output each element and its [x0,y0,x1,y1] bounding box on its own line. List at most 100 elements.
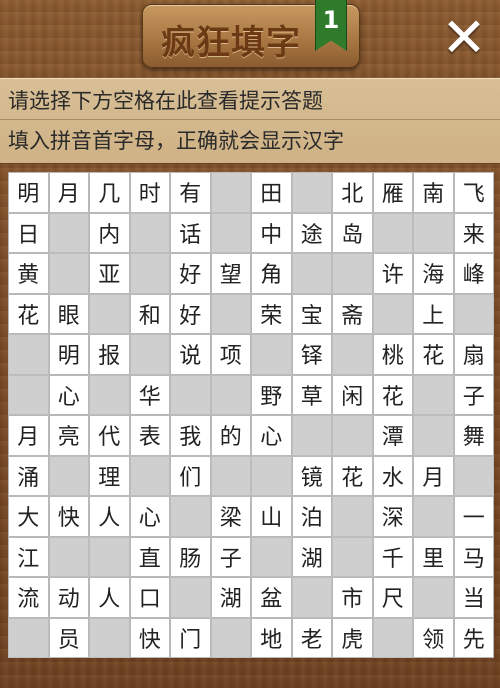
grid-cell-blank[interactable] [210,293,251,334]
grid-cell-blank[interactable] [332,253,373,294]
grid-cell-blank[interactable] [170,496,211,537]
grid-cell[interactable]: 眼 [48,293,89,334]
grid-cell[interactable]: 角 [251,253,292,294]
grid-cell-blank[interactable] [251,536,292,577]
grid-cell[interactable]: 好 [170,253,211,294]
grid-cell-blank[interactable] [48,253,89,294]
grid-cell-blank[interactable] [89,536,130,577]
grid-cell[interactable]: 花 [413,334,454,375]
grid-cell[interactable]: 飞 [453,172,494,213]
grid-cell[interactable]: 老 [291,617,332,658]
grid-cell[interactable]: 虎 [332,617,373,658]
grid-cell[interactable]: 峰 [453,253,494,294]
grid-cell-blank[interactable] [8,334,49,375]
grid-cell-blank[interactable] [413,212,454,253]
grid-cell[interactable]: 黄 [8,253,49,294]
grid-cell[interactable]: 项 [210,334,251,375]
grid-cell[interactable]: 斋 [332,293,373,334]
grid-cell[interactable]: 门 [170,617,211,658]
grid-cell-blank[interactable] [251,455,292,496]
grid-cell-blank[interactable] [332,334,373,375]
grid-cell[interactable]: 深 [372,496,413,537]
grid-cell-blank[interactable] [332,536,373,577]
grid-cell[interactable]: 心 [129,496,170,537]
grid-cell-blank[interactable] [291,577,332,618]
grid-cell[interactable]: 湖 [291,536,332,577]
grid-cell[interactable]: 理 [89,455,130,496]
grid-cell[interactable]: 望 [210,253,251,294]
grid-cell-blank[interactable] [170,577,211,618]
grid-cell-blank[interactable] [129,334,170,375]
grid-cell-blank[interactable] [48,536,89,577]
grid-cell[interactable]: 南 [413,172,454,213]
grid-cell[interactable]: 泊 [291,496,332,537]
grid-cell[interactable]: 子 [210,536,251,577]
grid-cell-blank[interactable] [210,455,251,496]
grid-cell[interactable]: 舞 [453,415,494,456]
grid-cell[interactable]: 表 [129,415,170,456]
grid-cell-blank[interactable] [291,415,332,456]
grid-cell[interactable]: 大 [8,496,49,537]
grid-cell-blank[interactable] [453,293,494,334]
grid-cell[interactable]: 湖 [210,577,251,618]
grid-cell[interactable]: 有 [170,172,211,213]
grid-cell[interactable]: 途 [291,212,332,253]
grid-cell[interactable]: 桃 [372,334,413,375]
grid-cell[interactable]: 田 [251,172,292,213]
grid-cell[interactable]: 月 [8,415,49,456]
grid-cell[interactable]: 直 [129,536,170,577]
grid-cell[interactable]: 岛 [332,212,373,253]
grid-cell[interactable]: 口 [129,577,170,618]
grid-cell[interactable]: 的 [210,415,251,456]
grid-cell[interactable]: 亮 [48,415,89,456]
grid-cell[interactable]: 里 [413,536,454,577]
grid-cell[interactable]: 我 [170,415,211,456]
grid-cell[interactable]: 人 [89,577,130,618]
grid-cell[interactable]: 月 [48,172,89,213]
grid-cell[interactable]: 报 [89,334,130,375]
grid-cell[interactable]: 潭 [372,415,413,456]
grid-cell[interactable]: 心 [251,415,292,456]
grid-cell[interactable]: 盆 [251,577,292,618]
grid-cell[interactable]: 花 [8,293,49,334]
grid-cell-blank[interactable] [48,455,89,496]
grid-cell[interactable]: 扇 [453,334,494,375]
grid-cell-blank[interactable] [413,577,454,618]
grid-cell[interactable]: 领 [413,617,454,658]
grid-cell-blank[interactable] [372,293,413,334]
grid-cell-blank[interactable] [413,496,454,537]
grid-cell-blank[interactable] [129,212,170,253]
grid-cell[interactable]: 月 [413,455,454,496]
grid-cell[interactable]: 和 [129,293,170,334]
grid-cell[interactable]: 铎 [291,334,332,375]
grid-cell[interactable]: 花 [372,374,413,415]
grid-cell[interactable]: 梁 [210,496,251,537]
grid-cell[interactable]: 市 [332,577,373,618]
grid-cell[interactable]: 快 [48,496,89,537]
grid-cell-blank[interactable] [413,415,454,456]
grid-cell-blank[interactable] [332,496,373,537]
grid-cell[interactable]: 动 [48,577,89,618]
grid-cell-blank[interactable] [372,617,413,658]
grid-cell[interactable]: 荣 [251,293,292,334]
grid-cell[interactable]: 海 [413,253,454,294]
grid-cell[interactable]: 人 [89,496,130,537]
grid-cell-blank[interactable] [210,172,251,213]
grid-cell-blank[interactable] [89,293,130,334]
grid-cell-blank[interactable] [129,455,170,496]
grid-cell[interactable]: 北 [332,172,373,213]
grid-cell-blank[interactable] [210,617,251,658]
grid-cell[interactable]: 先 [453,617,494,658]
grid-cell-blank[interactable] [453,455,494,496]
grid-cell[interactable]: 肠 [170,536,211,577]
grid-cell[interactable]: 子 [453,374,494,415]
grid-cell[interactable]: 好 [170,293,211,334]
grid-cell[interactable]: 花 [332,455,373,496]
grid-cell[interactable]: 涌 [8,455,49,496]
grid-cell[interactable]: 时 [129,172,170,213]
grid-cell[interactable]: 快 [129,617,170,658]
grid-cell[interactable]: 员 [48,617,89,658]
grid-cell[interactable]: 地 [251,617,292,658]
grid-cell[interactable]: 说 [170,334,211,375]
grid-cell[interactable]: 华 [129,374,170,415]
